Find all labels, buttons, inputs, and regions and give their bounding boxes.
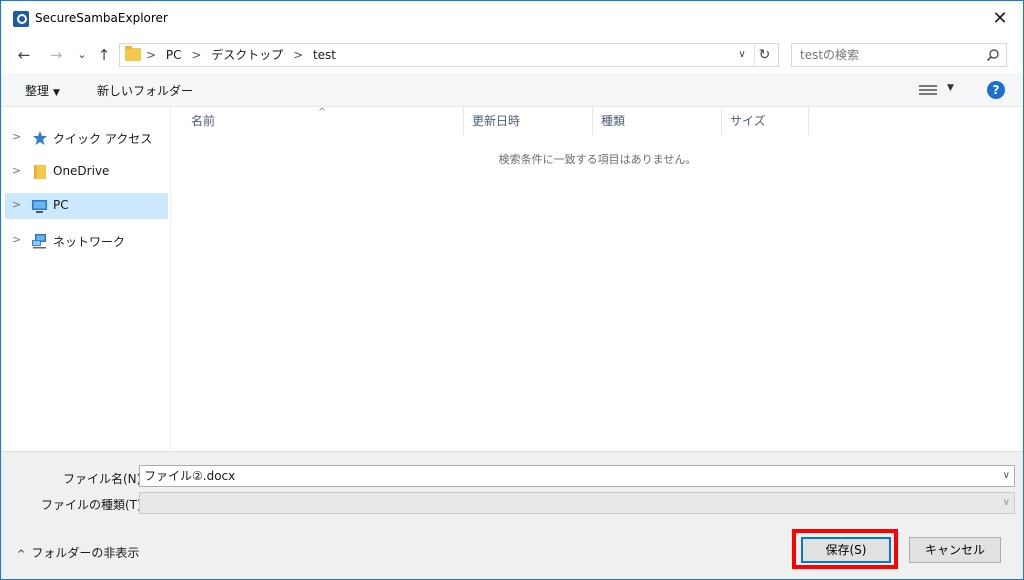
search-input[interactable]: testの検索 bbox=[791, 43, 1007, 67]
breadcrumb-separator: > bbox=[191, 48, 202, 62]
sidebar-item-pc[interactable]: > PC bbox=[5, 193, 168, 219]
chevron-down-icon: ▼ bbox=[53, 88, 60, 98]
forward-button[interactable]: → bbox=[45, 45, 67, 65]
organize-label: 整理 bbox=[25, 84, 50, 98]
search-placeholder: testの検索 bbox=[800, 48, 860, 62]
star-icon bbox=[33, 131, 47, 145]
help-button[interactable]: ? bbox=[987, 81, 1005, 99]
network-icon bbox=[32, 234, 46, 249]
filename-field[interactable]: ファイル②.docx ∨ bbox=[139, 465, 1015, 487]
folder-icon bbox=[125, 46, 141, 61]
details-view-icon bbox=[919, 83, 937, 97]
sidebar-item-network[interactable]: > ネットワーク bbox=[5, 228, 168, 254]
cancel-button[interactable]: キャンセル bbox=[909, 537, 1001, 563]
refresh-button[interactable]: ↻ bbox=[754, 44, 774, 66]
breadcrumb-desktop[interactable]: デスクトップ bbox=[211, 48, 283, 62]
breadcrumb-test[interactable]: test bbox=[313, 48, 336, 62]
sidebar-item-label: ネットワーク bbox=[53, 235, 126, 249]
back-button[interactable]: ← bbox=[13, 45, 35, 65]
address-bar[interactable]: > PC > デスクトップ > test ∨ ↻ bbox=[119, 43, 779, 67]
new-folder-button[interactable]: 新しいフォルダー bbox=[97, 82, 193, 99]
column-header-modified[interactable]: 更新日時 bbox=[464, 107, 593, 135]
close-button[interactable]: ✕ bbox=[977, 1, 1023, 37]
change-view-button[interactable]: ▼ bbox=[919, 83, 959, 97]
chevron-up-icon: ^ bbox=[17, 549, 26, 560]
filename-value: ファイル②.docx bbox=[144, 469, 236, 483]
computer-icon bbox=[32, 200, 47, 213]
recent-locations-button[interactable]: ⌄ bbox=[71, 45, 93, 65]
navigation-pane: > クイック アクセス > OneDrive > PC > ネットワーク bbox=[1, 107, 171, 451]
folder-icon bbox=[34, 165, 46, 179]
sidebar-item-label: PC bbox=[53, 198, 69, 212]
sidebar-item-quick-access[interactable]: > クイック アクセス bbox=[5, 125, 168, 151]
filetype-label: ファイルの種類(T): bbox=[41, 498, 146, 512]
filename-label: ファイル名(N): bbox=[63, 472, 146, 486]
expand-chevron-icon[interactable]: > bbox=[12, 130, 21, 143]
sidebar-item-label: OneDrive bbox=[53, 164, 110, 178]
hide-folders-label: フォルダーの非表示 bbox=[31, 546, 140, 560]
breadcrumb-separator: > bbox=[293, 48, 304, 62]
up-button[interactable]: ↑ bbox=[93, 45, 115, 65]
breadcrumb: > PC > デスクトップ > test bbox=[146, 44, 342, 66]
hide-folders-button[interactable]: ^ フォルダーの非表示 bbox=[17, 544, 139, 561]
chevron-down-icon: ▼ bbox=[947, 83, 954, 93]
window-title: SecureSambaExplorer bbox=[35, 11, 168, 25]
title-bar: SecureSambaExplorer ✕ bbox=[1, 1, 1023, 37]
expand-chevron-icon[interactable]: > bbox=[12, 198, 21, 211]
breadcrumb-pc[interactable]: PC bbox=[166, 48, 182, 62]
expand-chevron-icon[interactable]: > bbox=[12, 233, 21, 246]
save-dialog-window: SecureSambaExplorer ✕ ← → ⌄ ↑ > PC > デスク… bbox=[0, 0, 1024, 580]
column-header-label: 名前 bbox=[191, 114, 216, 128]
address-dropdown-button[interactable]: ∨ bbox=[734, 44, 750, 66]
column-header-name[interactable]: 名前 ^ bbox=[172, 107, 464, 135]
app-icon bbox=[13, 11, 29, 27]
organize-button[interactable]: 整理 ▼ bbox=[25, 82, 60, 99]
column-header-type[interactable]: 種類 bbox=[593, 107, 722, 135]
column-header-size[interactable]: サイズ bbox=[722, 107, 809, 135]
save-button-highlight-frame bbox=[792, 529, 898, 569]
sidebar-item-label: クイック アクセス bbox=[53, 132, 153, 146]
command-bar: 整理 ▼ 新しいフォルダー ▼ ? bbox=[1, 73, 1023, 107]
chevron-down-icon: ∨ bbox=[1002, 497, 1010, 508]
breadcrumb-separator: > bbox=[146, 48, 157, 62]
file-list: 名前 ^ 更新日時 種類 サイズ 検索条件に一致する項目はありません。 bbox=[172, 107, 1023, 451]
sort-ascending-icon: ^ bbox=[318, 107, 327, 118]
expand-chevron-icon[interactable]: > bbox=[12, 164, 21, 177]
empty-list-message: 検索条件に一致する項目はありません。 bbox=[498, 153, 697, 166]
sidebar-item-onedrive[interactable]: > OneDrive bbox=[5, 159, 168, 185]
search-icon bbox=[986, 49, 999, 62]
navigation-bar: ← → ⌄ ↑ > PC > デスクトップ > test ∨ ↻ testの検索 bbox=[1, 37, 1023, 73]
chevron-down-icon[interactable]: ∨ bbox=[1003, 466, 1010, 486]
filetype-select[interactable]: ∨ bbox=[139, 492, 1015, 514]
